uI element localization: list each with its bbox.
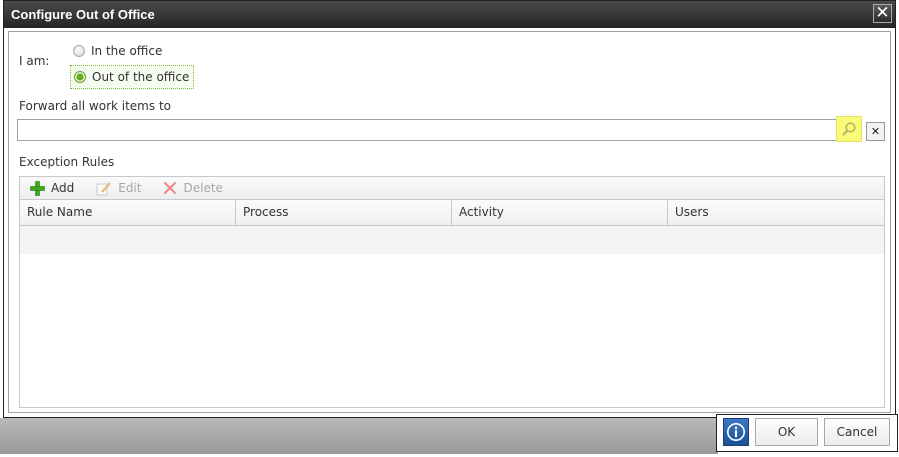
plus-icon xyxy=(30,180,45,196)
search-icon xyxy=(842,122,856,136)
footer-shade xyxy=(0,418,718,454)
column-rule-name[interactable]: Rule Name xyxy=(20,200,236,225)
rules-toolbar: Add Edit Delete xyxy=(19,176,885,200)
add-rule-button[interactable]: Add xyxy=(30,180,75,196)
ok-button[interactable]: OK xyxy=(755,418,818,446)
column-users[interactable]: Users xyxy=(668,200,884,225)
column-activity[interactable]: Activity xyxy=(452,200,668,225)
info-icon xyxy=(727,423,745,441)
edit-rule-button[interactable]: Edit xyxy=(96,181,141,196)
clear-button[interactable]: ✕ xyxy=(866,122,885,141)
status-label: I am: xyxy=(19,54,50,68)
forward-to-input[interactable] xyxy=(17,119,837,141)
exception-rules-label: Exception Rules xyxy=(19,155,115,169)
empty-row xyxy=(20,226,884,254)
edit-icon xyxy=(96,181,112,195)
dialog-title: Configure Out of Office xyxy=(11,7,155,22)
radio-label: Out of the office xyxy=(92,70,190,84)
column-process[interactable]: Process xyxy=(236,200,452,225)
info-button[interactable] xyxy=(723,418,749,446)
radio-unchecked-icon[interactable] xyxy=(73,45,85,57)
configure-out-of-office-dialog: Configure Out of Office ✕ I am: In the o… xyxy=(3,0,896,418)
dialog-titlebar: Configure Out of Office ✕ xyxy=(4,1,895,28)
close-button[interactable]: ✕ xyxy=(873,4,892,23)
radio-checked-icon[interactable] xyxy=(74,71,86,83)
add-label: Add xyxy=(51,181,75,195)
radio-label: In the office xyxy=(91,44,163,58)
dialog-footer: OK Cancel xyxy=(716,414,898,452)
radio-in-the-office[interactable]: In the office xyxy=(73,41,162,61)
exception-rules-grid: Rule Name Process Activity Users xyxy=(19,200,885,408)
delete-rule-button[interactable]: Delete xyxy=(163,181,223,195)
dialog-content: I am: In the office Out of the office Fo… xyxy=(8,31,891,413)
grid-header: Rule Name Process Activity Users xyxy=(20,200,884,226)
delete-label: Delete xyxy=(183,181,223,195)
radio-out-of-the-office[interactable]: Out of the office xyxy=(70,65,195,89)
lookup-button[interactable] xyxy=(836,116,862,142)
cancel-button[interactable]: Cancel xyxy=(824,418,890,446)
forward-label: Forward all work items to xyxy=(19,99,171,113)
edit-label: Edit xyxy=(118,181,142,195)
delete-icon xyxy=(164,181,177,195)
